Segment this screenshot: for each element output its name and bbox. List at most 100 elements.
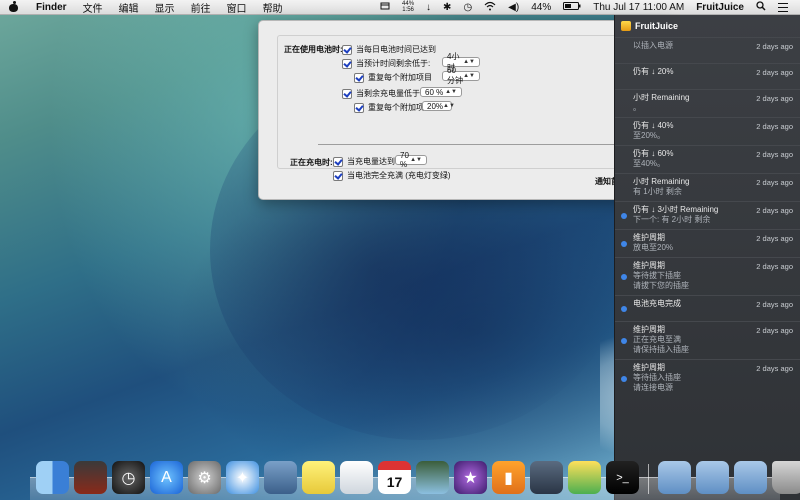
unread-dot-icon [621, 305, 627, 312]
notification-subtitle: 请保持插入插座 [633, 345, 689, 354]
menu-app-name[interactable]: Finder [28, 2, 75, 13]
preview-icon[interactable] [264, 461, 297, 494]
clock[interactable]: Thu Jul 17 11:00 AM [587, 2, 690, 13]
volume-icon[interactable]: ◀) [502, 2, 525, 13]
notification-subtitle: 至20%。 [633, 131, 666, 140]
notification-item[interactable]: 小时 Remaining 有 1小时 剩余 2 days ago [615, 173, 800, 201]
documents-folder-icon[interactable] [734, 461, 767, 494]
notification-timestamp: 2 days ago [756, 206, 793, 215]
notification-item[interactable]: 仍有 ↓ 60% 至40%。 2 days ago [615, 145, 800, 173]
trash-icon[interactable] [772, 461, 800, 494]
spotlight-icon[interactable] [750, 0, 772, 14]
charge-low-row[interactable]: 当剩余充电量低于: [342, 88, 422, 99]
repeat-charge-row[interactable]: 重复每个附加项目 [354, 102, 432, 113]
notification-center-panel: FruitJuice 以插入电源 2 days ago 仍有 ↓ 20% 2 days… [614, 15, 800, 500]
notification-item[interactable]: 仍有 ↓ 3小时 Remaining 下一个: 有 2小时 剩余 2 days ag… [615, 201, 800, 229]
notification-timestamp: 2 days ago [756, 262, 793, 271]
notification-subtitle: 。 [633, 103, 641, 112]
time-low-checkbox[interactable] [342, 58, 352, 69]
fully-charged-checkbox[interactable] [333, 170, 343, 181]
dropbox-icon[interactable] [374, 1, 396, 14]
app-store-icon[interactable]: A [150, 461, 183, 494]
notification-item[interactable]: 维护周期 等待插入插座 请连接电源 2 days ago [615, 359, 800, 397]
apple-menu-icon[interactable] [8, 1, 20, 13]
iphoto-icon[interactable] [416, 461, 449, 494]
current-user[interactable]: FruitJuice [690, 2, 750, 13]
charging-label: 正在充电时: [290, 158, 333, 167]
menu-window[interactable]: 窗口 [219, 0, 255, 15]
terminal-icon[interactable]: >_ [606, 461, 639, 494]
fruitjuice-preferences-popover: 正在使用电池时: 当每日电池时间已达到 当预计时间剩余低于: 4小时 ▲▼ 重复每… [258, 20, 670, 200]
stepper-arrows-icon: ▲▼ [443, 103, 455, 109]
notification-item[interactable]: 小时 Remaining。 2 days ago [615, 89, 800, 117]
notification-timestamp: 2 days ago [756, 326, 793, 335]
notification-subtitle: 下一个: 有 2小时 剩余 [633, 215, 711, 224]
battery-icon[interactable] [557, 1, 587, 13]
section-divider [318, 144, 648, 145]
repeat-time-select[interactable]: 60分钟 ▲▼ [442, 66, 480, 85]
calendar-icon[interactable]: 17 [378, 461, 411, 494]
notification-timestamp: 2 days ago [756, 364, 793, 373]
notification-item[interactable]: 维护周期 正在充电至满 请保持插入插座 2 days ago [615, 321, 800, 359]
notification-subtitle: 请拔下您的插座 [633, 281, 689, 290]
applications-folder-icon[interactable] [658, 461, 691, 494]
repeat-charge-checkbox[interactable] [354, 102, 364, 113]
fruitjuice-app-icon [621, 21, 631, 31]
repeat-time-checkbox[interactable] [354, 72, 364, 83]
charge-reached-checkbox[interactable] [333, 156, 343, 167]
battery-percent[interactable]: 44% [525, 2, 557, 13]
notification-subtitle: 等待拔下插座 [633, 271, 681, 280]
notification-timestamp: 2 days ago [756, 68, 793, 77]
image-capture-icon[interactable] [530, 461, 563, 494]
charge-reached-select[interactable]: 70 % ▲▼ [395, 151, 427, 169]
download-arrow-icon[interactable]: ↓ [420, 2, 437, 13]
charge-reached-row[interactable]: 当充电量达到: [333, 156, 397, 167]
notification-item[interactable]: 以插入电源 2 days ago [615, 37, 800, 63]
notification-item[interactable]: 电池充电完成 2 days ago [615, 295, 800, 321]
notification-item[interactable]: 仍有 ↓ 20% 2 days ago [615, 63, 800, 89]
notification-settings-box: 正在使用电池时: 当每日电池时间已达到 当预计时间剩余低于: 4小时 ▲▼ 重复每… [277, 35, 653, 169]
notification-subtitle: 请连接电源 [633, 383, 673, 392]
system-preferences-icon[interactable]: ⚙ [188, 461, 221, 494]
notification-subtitle: 放电至20% [633, 243, 674, 252]
notification-center-icon[interactable] [778, 2, 788, 12]
menu-go[interactable]: 前往 [183, 0, 219, 15]
notification-item[interactable]: 维护周期 放电至20% 2 days ago [615, 229, 800, 257]
bluetooth-icon[interactable]: ✱ [437, 2, 457, 13]
unread-dot-icon [621, 337, 627, 344]
charge-low-select[interactable]: 60 % ▲▼ [420, 87, 462, 97]
notification-list: 以插入电源 2 days ago 仍有 ↓ 20% 2 days ago 小时 Rema… [615, 37, 800, 397]
menu-file[interactable]: 文件 [75, 0, 111, 15]
downloads-folder-icon[interactable] [696, 461, 729, 494]
repeat-charge-select[interactable]: 20% ▲▼ [422, 101, 455, 111]
menu-view[interactable]: 显示 [147, 0, 183, 15]
menu-edit[interactable]: 编辑 [111, 0, 147, 15]
dashboard-icon[interactable]: ◷ [112, 461, 145, 494]
notification-item[interactable]: 维护周期 等待拔下插座 请拔下您的插座 2 days ago [615, 257, 800, 295]
unread-dot-icon [621, 273, 627, 280]
fully-charged-row[interactable]: 当电池完全充满 (充电灯变绿) [333, 170, 451, 181]
ibooks-icon[interactable]: ▮ [492, 461, 525, 494]
imovie-icon[interactable]: ★ [454, 461, 487, 494]
fruitjuice-status-item[interactable]: 44% 1:56 [396, 1, 420, 13]
dock-separator [648, 464, 649, 494]
fruitjuice-icon[interactable] [568, 461, 601, 494]
daily-time-row[interactable]: 当每日电池时间已达到 [342, 44, 436, 55]
notification-timestamp: 2 days ago [756, 42, 793, 51]
menu-help[interactable]: 帮助 [255, 0, 291, 15]
repeat-time-row[interactable]: 重复每个附加项目 [354, 72, 432, 83]
notification-timestamp: 2 days ago [756, 150, 793, 159]
charge-low-checkbox[interactable] [342, 88, 352, 99]
unread-dot-icon [621, 375, 627, 382]
time-low-row[interactable]: 当预计时间剩余低于: [342, 58, 430, 69]
textedit-icon[interactable] [340, 461, 373, 494]
unread-dot-icon [621, 240, 627, 247]
photo-booth-icon[interactable] [74, 461, 107, 494]
time-machine-icon[interactable]: ◷ [457, 2, 478, 13]
notification-item[interactable]: 仍有 ↓ 40% 至20%。 2 days ago [615, 117, 800, 145]
wifi-icon[interactable] [478, 1, 502, 14]
finder-icon[interactable] [36, 461, 69, 494]
stickies-icon[interactable] [302, 461, 335, 494]
safari-icon[interactable]: ✦ [226, 461, 259, 494]
daily-time-checkbox[interactable] [342, 44, 352, 55]
